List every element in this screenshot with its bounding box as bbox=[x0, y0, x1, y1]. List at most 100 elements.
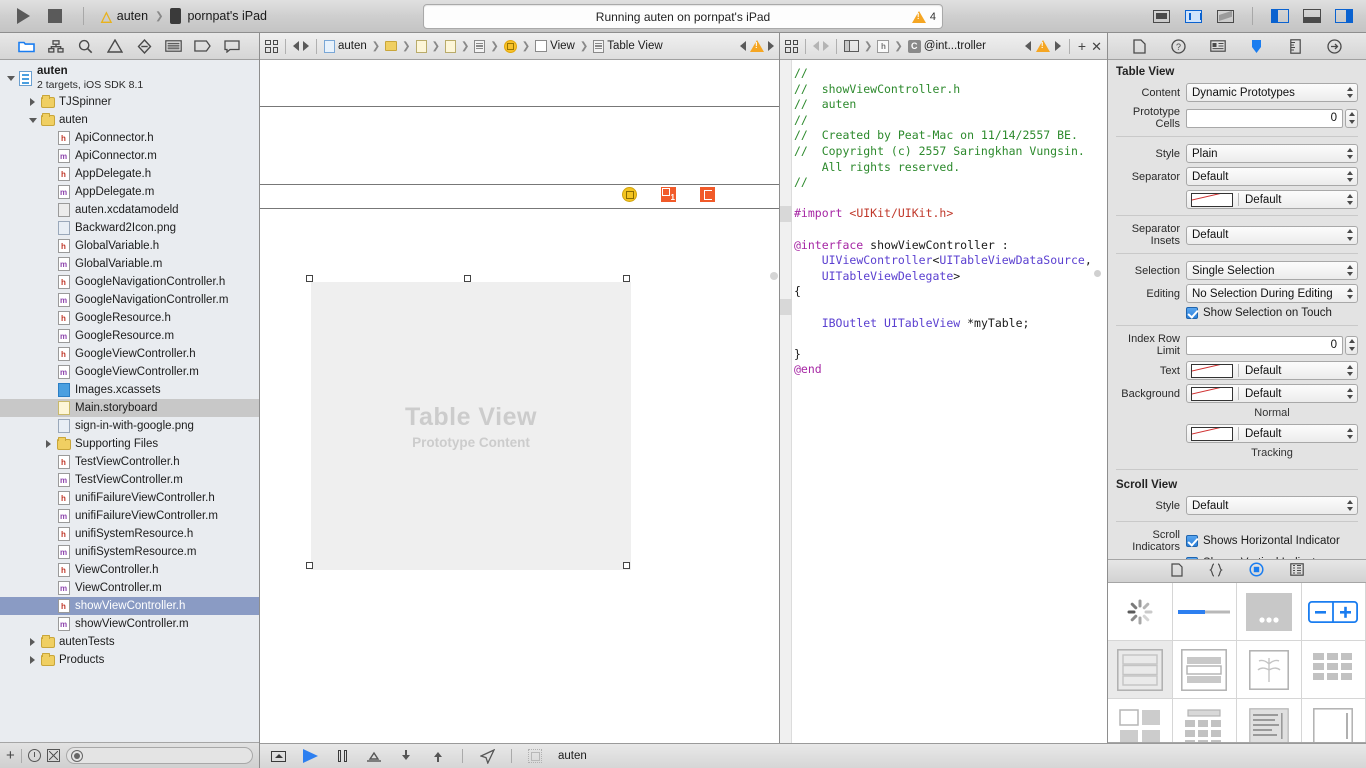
text-color-well[interactable] bbox=[1191, 364, 1233, 378]
prototype-cells-input[interactable]: 0 bbox=[1186, 109, 1343, 128]
navigator-row-auten-xcdatamodeld[interactable]: auten.xcdatamodeld bbox=[0, 201, 259, 219]
navigator-row-unifisystemresource-m[interactable]: munifiSystemResource.m bbox=[0, 543, 259, 561]
version-editor-button[interactable] bbox=[1213, 7, 1238, 26]
separator-color-well[interactable] bbox=[1191, 193, 1233, 207]
library-item-text-view[interactable] bbox=[1237, 699, 1302, 742]
disclosure-triangle-icon[interactable] bbox=[42, 440, 55, 448]
navigator-row-images-xcassets[interactable]: Images.xcassets bbox=[0, 381, 259, 399]
related-items-icon[interactable] bbox=[265, 40, 278, 53]
step-into-button[interactable] bbox=[398, 750, 414, 763]
navigator-filter-input[interactable] bbox=[66, 747, 253, 764]
disclosure-triangle-icon[interactable] bbox=[26, 98, 39, 106]
show-selection-checkbox[interactable] bbox=[1186, 307, 1198, 319]
tab-quick-help-inspector[interactable]: ? bbox=[1170, 38, 1187, 54]
project-navigator-tree[interactable]: auten 2 targets, iOS SDK 8.1 TJSpinnerau… bbox=[0, 60, 259, 742]
breadcrumb-tableview[interactable]: Table View bbox=[593, 40, 662, 53]
add-assistant-editor-button[interactable]: + bbox=[1078, 39, 1086, 53]
toggle-utilities-button[interactable] bbox=[1331, 7, 1356, 26]
navigator-row-showviewcontroller-h[interactable]: hshowViewController.h bbox=[0, 597, 259, 615]
navigator-row-appdelegate-h[interactable]: hAppDelegate.h bbox=[0, 165, 259, 183]
resize-handle-top-right[interactable] bbox=[623, 275, 630, 282]
navigator-row-globalvariable-m[interactable]: mGlobalVariable.m bbox=[0, 255, 259, 273]
breadcrumb-view[interactable]: View bbox=[535, 40, 575, 52]
navigator-row-unififailureviewcontroller-h[interactable]: hunifiFailureViewController.h bbox=[0, 489, 259, 507]
source-control-filter-icon[interactable] bbox=[47, 749, 60, 762]
navigator-row-testviewcontroller-h[interactable]: hTestViewController.h bbox=[0, 453, 259, 471]
navigator-row-googleresource-m[interactable]: mGoogleResource.m bbox=[0, 327, 259, 345]
resize-handle-top-center[interactable] bbox=[464, 275, 471, 282]
object-library-grid[interactable] bbox=[1108, 583, 1366, 742]
disclosure-triangle-icon[interactable] bbox=[26, 118, 39, 123]
toggle-debug-area-button[interactable] bbox=[1299, 7, 1324, 26]
code-previous-issue-button[interactable] bbox=[1025, 41, 1031, 51]
tracking-color-popup[interactable]: Default bbox=[1186, 424, 1358, 443]
library-item-collection-reusable-view[interactable] bbox=[1173, 699, 1238, 742]
navigator-row-showviewcontroller-m[interactable]: mshowViewController.m bbox=[0, 615, 259, 633]
library-item-collection-view[interactable] bbox=[1302, 641, 1366, 699]
code-go-forward-button[interactable] bbox=[823, 41, 829, 51]
toggle-navigator-button[interactable] bbox=[1267, 7, 1292, 26]
resize-handle-bottom-right[interactable] bbox=[623, 562, 630, 569]
library-item-table-view[interactable] bbox=[1108, 641, 1173, 699]
navigator-row-tjspinner[interactable]: TJSpinner bbox=[0, 93, 259, 111]
content-popup[interactable]: Dynamic Prototypes bbox=[1186, 83, 1358, 102]
view-controller-dock-icon[interactable] bbox=[622, 187, 637, 202]
navigator-row-googleresource-h[interactable]: hGoogleResource.h bbox=[0, 309, 259, 327]
sidebar-item-test-navigator[interactable] bbox=[134, 38, 154, 55]
navigator-row-googlenavigationcontroller-m[interactable]: mGoogleNavigationController.m bbox=[0, 291, 259, 309]
navigator-row-apiconnector-m[interactable]: mApiConnector.m bbox=[0, 147, 259, 165]
tab-media-library[interactable] bbox=[1290, 563, 1304, 579]
index-row-limit-input[interactable]: 0 bbox=[1186, 336, 1343, 355]
tab-object-library[interactable] bbox=[1249, 562, 1264, 580]
sidebar-item-breakpoint-navigator[interactable] bbox=[193, 38, 213, 55]
header-file-icon[interactable]: h bbox=[877, 40, 889, 53]
navigator-row-backward2icon-png[interactable]: Backward2Icon.png bbox=[0, 219, 259, 237]
run-button[interactable] bbox=[12, 5, 34, 27]
first-responder-dock-icon[interactable] bbox=[661, 187, 676, 202]
library-item-stepper[interactable] bbox=[1302, 583, 1366, 641]
tab-file-template-library[interactable] bbox=[1171, 563, 1183, 580]
code-next-issue-button[interactable] bbox=[1055, 41, 1061, 51]
background-color-popup[interactable]: Default bbox=[1186, 384, 1358, 403]
assistant-split-icon[interactable] bbox=[844, 40, 859, 52]
background-color-well[interactable] bbox=[1191, 387, 1233, 401]
sidebar-item-issue-navigator[interactable] bbox=[105, 38, 125, 55]
pause-button[interactable] bbox=[334, 750, 350, 763]
breadcrumb-viewcontroller-icon[interactable] bbox=[504, 40, 517, 53]
jumpbar-warning-icon[interactable] bbox=[750, 40, 764, 52]
library-item-activity-indicator-view[interactable] bbox=[1108, 583, 1173, 641]
navigator-row-sign-in-with-google-png[interactable]: sign-in-with-google.png bbox=[0, 417, 259, 435]
disclosure-triangle-icon[interactable] bbox=[26, 638, 39, 646]
tab-file-inspector[interactable] bbox=[1131, 38, 1148, 54]
navigator-row-viewcontroller-h[interactable]: hViewController.h bbox=[0, 561, 259, 579]
navigator-row-products[interactable]: Products bbox=[0, 651, 259, 669]
navigator-row-unifisystemresource-h[interactable]: hunifiSystemResource.h bbox=[0, 525, 259, 543]
go-forward-button[interactable] bbox=[303, 41, 309, 51]
breakpoints-activate-button[interactable] bbox=[302, 750, 318, 763]
separator-popup[interactable]: Default bbox=[1186, 167, 1358, 186]
navigator-row-main-storyboard[interactable]: Main.storyboard bbox=[0, 399, 259, 417]
close-assistant-editor-button[interactable]: ✕ bbox=[1091, 40, 1102, 53]
editing-popup[interactable]: No Selection During Editing bbox=[1186, 284, 1358, 303]
source-code[interactable]: // // showViewController.h // auten // /… bbox=[794, 66, 1107, 378]
recent-files-filter-icon[interactable] bbox=[28, 749, 41, 762]
library-item-table-view-cell[interactable] bbox=[1173, 641, 1238, 699]
separator-insets-popup[interactable]: Default bbox=[1186, 226, 1358, 245]
navigator-row-supporting-files[interactable]: Supporting Files bbox=[0, 435, 259, 453]
code-warning-icon[interactable] bbox=[1036, 40, 1050, 52]
step-out-button[interactable] bbox=[430, 750, 446, 763]
library-item-image-view[interactable] bbox=[1237, 641, 1302, 699]
step-over-button[interactable] bbox=[366, 750, 382, 763]
exit-dock-icon[interactable] bbox=[700, 187, 715, 202]
tab-identity-inspector[interactable] bbox=[1209, 38, 1226, 54]
sidebar-item-project-navigator[interactable] bbox=[17, 38, 37, 55]
code-text-area[interactable]: // // showViewController.h // auten // /… bbox=[780, 60, 1107, 768]
scene-dock[interactable] bbox=[622, 187, 715, 202]
sidebar-item-debug-navigator[interactable] bbox=[164, 38, 184, 55]
resize-handle-top-left[interactable] bbox=[306, 275, 313, 282]
breadcrumb-scene-file-icon[interactable] bbox=[445, 40, 456, 53]
index-row-limit-stepper[interactable] bbox=[1345, 336, 1358, 355]
tab-attributes-inspector[interactable] bbox=[1248, 38, 1265, 54]
breadcrumb-symbol[interactable]: C @int...troller bbox=[908, 40, 986, 53]
tab-size-inspector[interactable] bbox=[1287, 38, 1304, 54]
